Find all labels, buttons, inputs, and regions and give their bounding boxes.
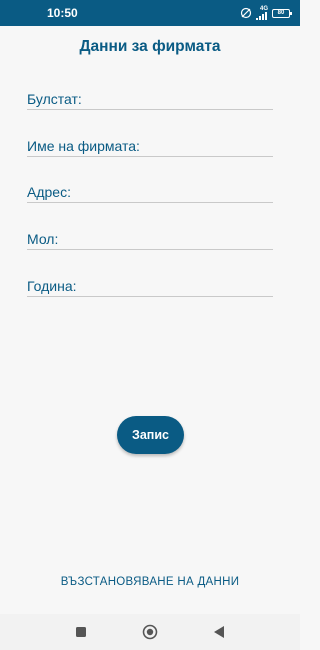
restore-data-button[interactable]: ВЪЗСТАНОВЯВАНЕ НА ДАННИ	[0, 576, 300, 588]
app-screen: 10:50 4G 80 Данни за фирмата Булстат: Им…	[0, 0, 320, 650]
company-name-input[interactable]	[139, 138, 320, 154]
home-icon[interactable]	[142, 624, 158, 640]
page-title: Данни за фирмата	[79, 38, 221, 55]
mol-field[interactable]: Мол:	[27, 228, 273, 250]
battery-level: 80	[277, 10, 285, 16]
status-bar: 10:50 4G 80	[0, 0, 300, 26]
year-field[interactable]: Година:	[27, 275, 273, 297]
mol-label: Мол:	[27, 231, 59, 247]
bulstat-input[interactable]	[81, 91, 273, 107]
status-time: 10:50	[47, 6, 78, 20]
address-input[interactable]	[70, 184, 273, 200]
battery-icon: 80	[272, 8, 292, 18]
status-icons: 4G 80	[240, 6, 292, 20]
do-not-disturb-icon	[240, 7, 252, 19]
company-name-label: Име на фирмата:	[27, 138, 140, 154]
bulstat-field[interactable]: Булстат:	[27, 88, 273, 110]
company-name-field[interactable]: Име на фирмата:	[27, 135, 320, 157]
save-button[interactable]: Запис	[117, 416, 184, 454]
signal-icon: 4G	[256, 6, 268, 20]
year-label: Година:	[27, 278, 77, 294]
navigation-bar	[0, 614, 300, 650]
mol-input[interactable]	[58, 231, 273, 247]
year-input[interactable]	[76, 278, 273, 294]
back-icon[interactable]	[211, 624, 227, 640]
address-label: Адрес:	[27, 184, 71, 200]
recents-icon[interactable]	[73, 624, 89, 640]
bulstat-label: Булстат:	[27, 91, 82, 107]
address-field[interactable]: Адрес:	[27, 181, 273, 203]
